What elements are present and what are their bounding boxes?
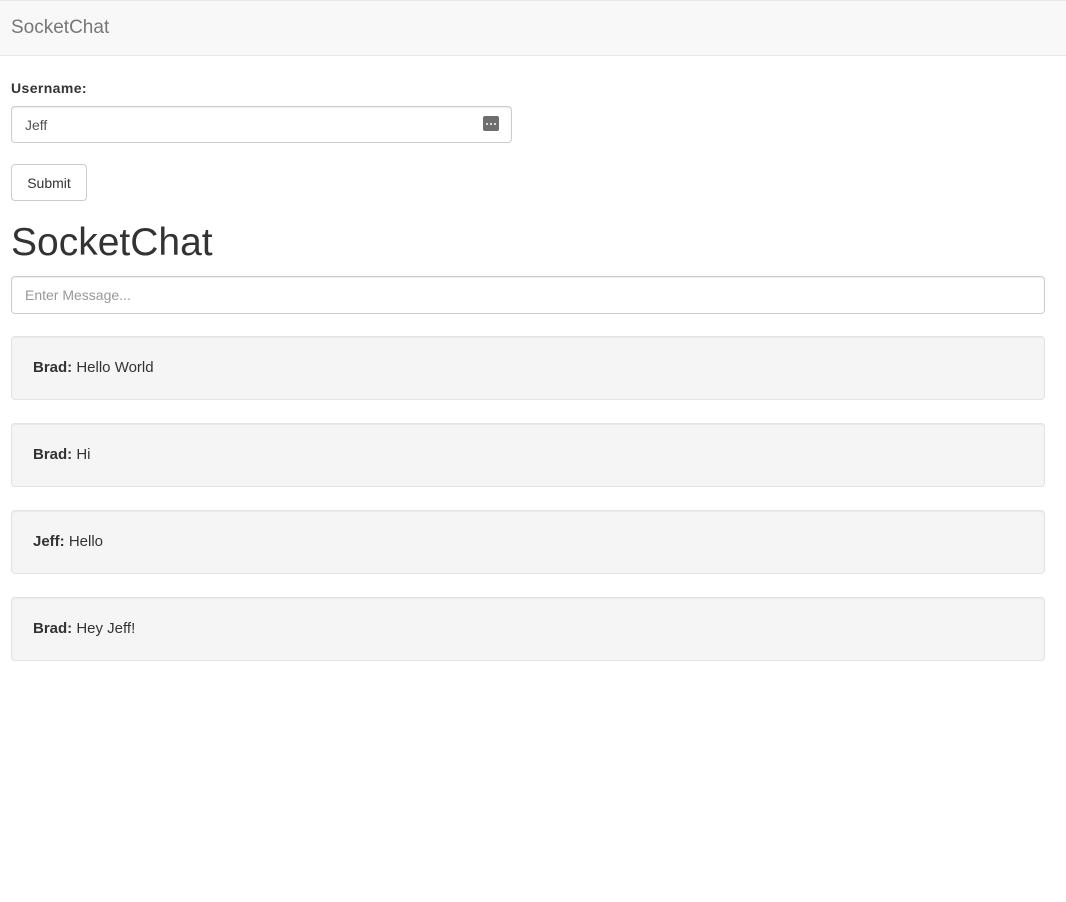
password-manager-icon[interactable] xyxy=(483,116,499,131)
username-label: Username: xyxy=(11,80,87,96)
message-item: Jeff: Hello xyxy=(11,510,1045,574)
chat-title: SocketChat xyxy=(11,221,213,264)
message-text: Hey Jeff! xyxy=(76,620,136,637)
message-text: Hello World xyxy=(76,359,154,376)
message-item: Brad: Hey Jeff! xyxy=(11,597,1045,661)
message-item: Brad: Hi xyxy=(11,423,1045,487)
submit-button[interactable]: Submit xyxy=(11,164,87,201)
message-item: Brad: Hello World xyxy=(11,336,1045,400)
message-author: Brad: xyxy=(33,620,73,637)
message-author: Jeff: xyxy=(33,533,65,550)
message-list: Brad: Hello World Brad: Hi Jeff: Hello B… xyxy=(11,336,1045,684)
message-author: Brad: xyxy=(33,359,73,376)
message-author: Brad: xyxy=(33,446,73,463)
message-input[interactable] xyxy=(11,276,1045,314)
message-text: Hi xyxy=(76,446,91,463)
username-field-wrapper xyxy=(11,106,512,143)
navbar-brand-link[interactable]: SocketChat xyxy=(11,17,109,39)
username-input[interactable] xyxy=(12,107,472,142)
message-text: Hello xyxy=(68,533,104,550)
navbar: SocketChat xyxy=(0,0,1066,56)
